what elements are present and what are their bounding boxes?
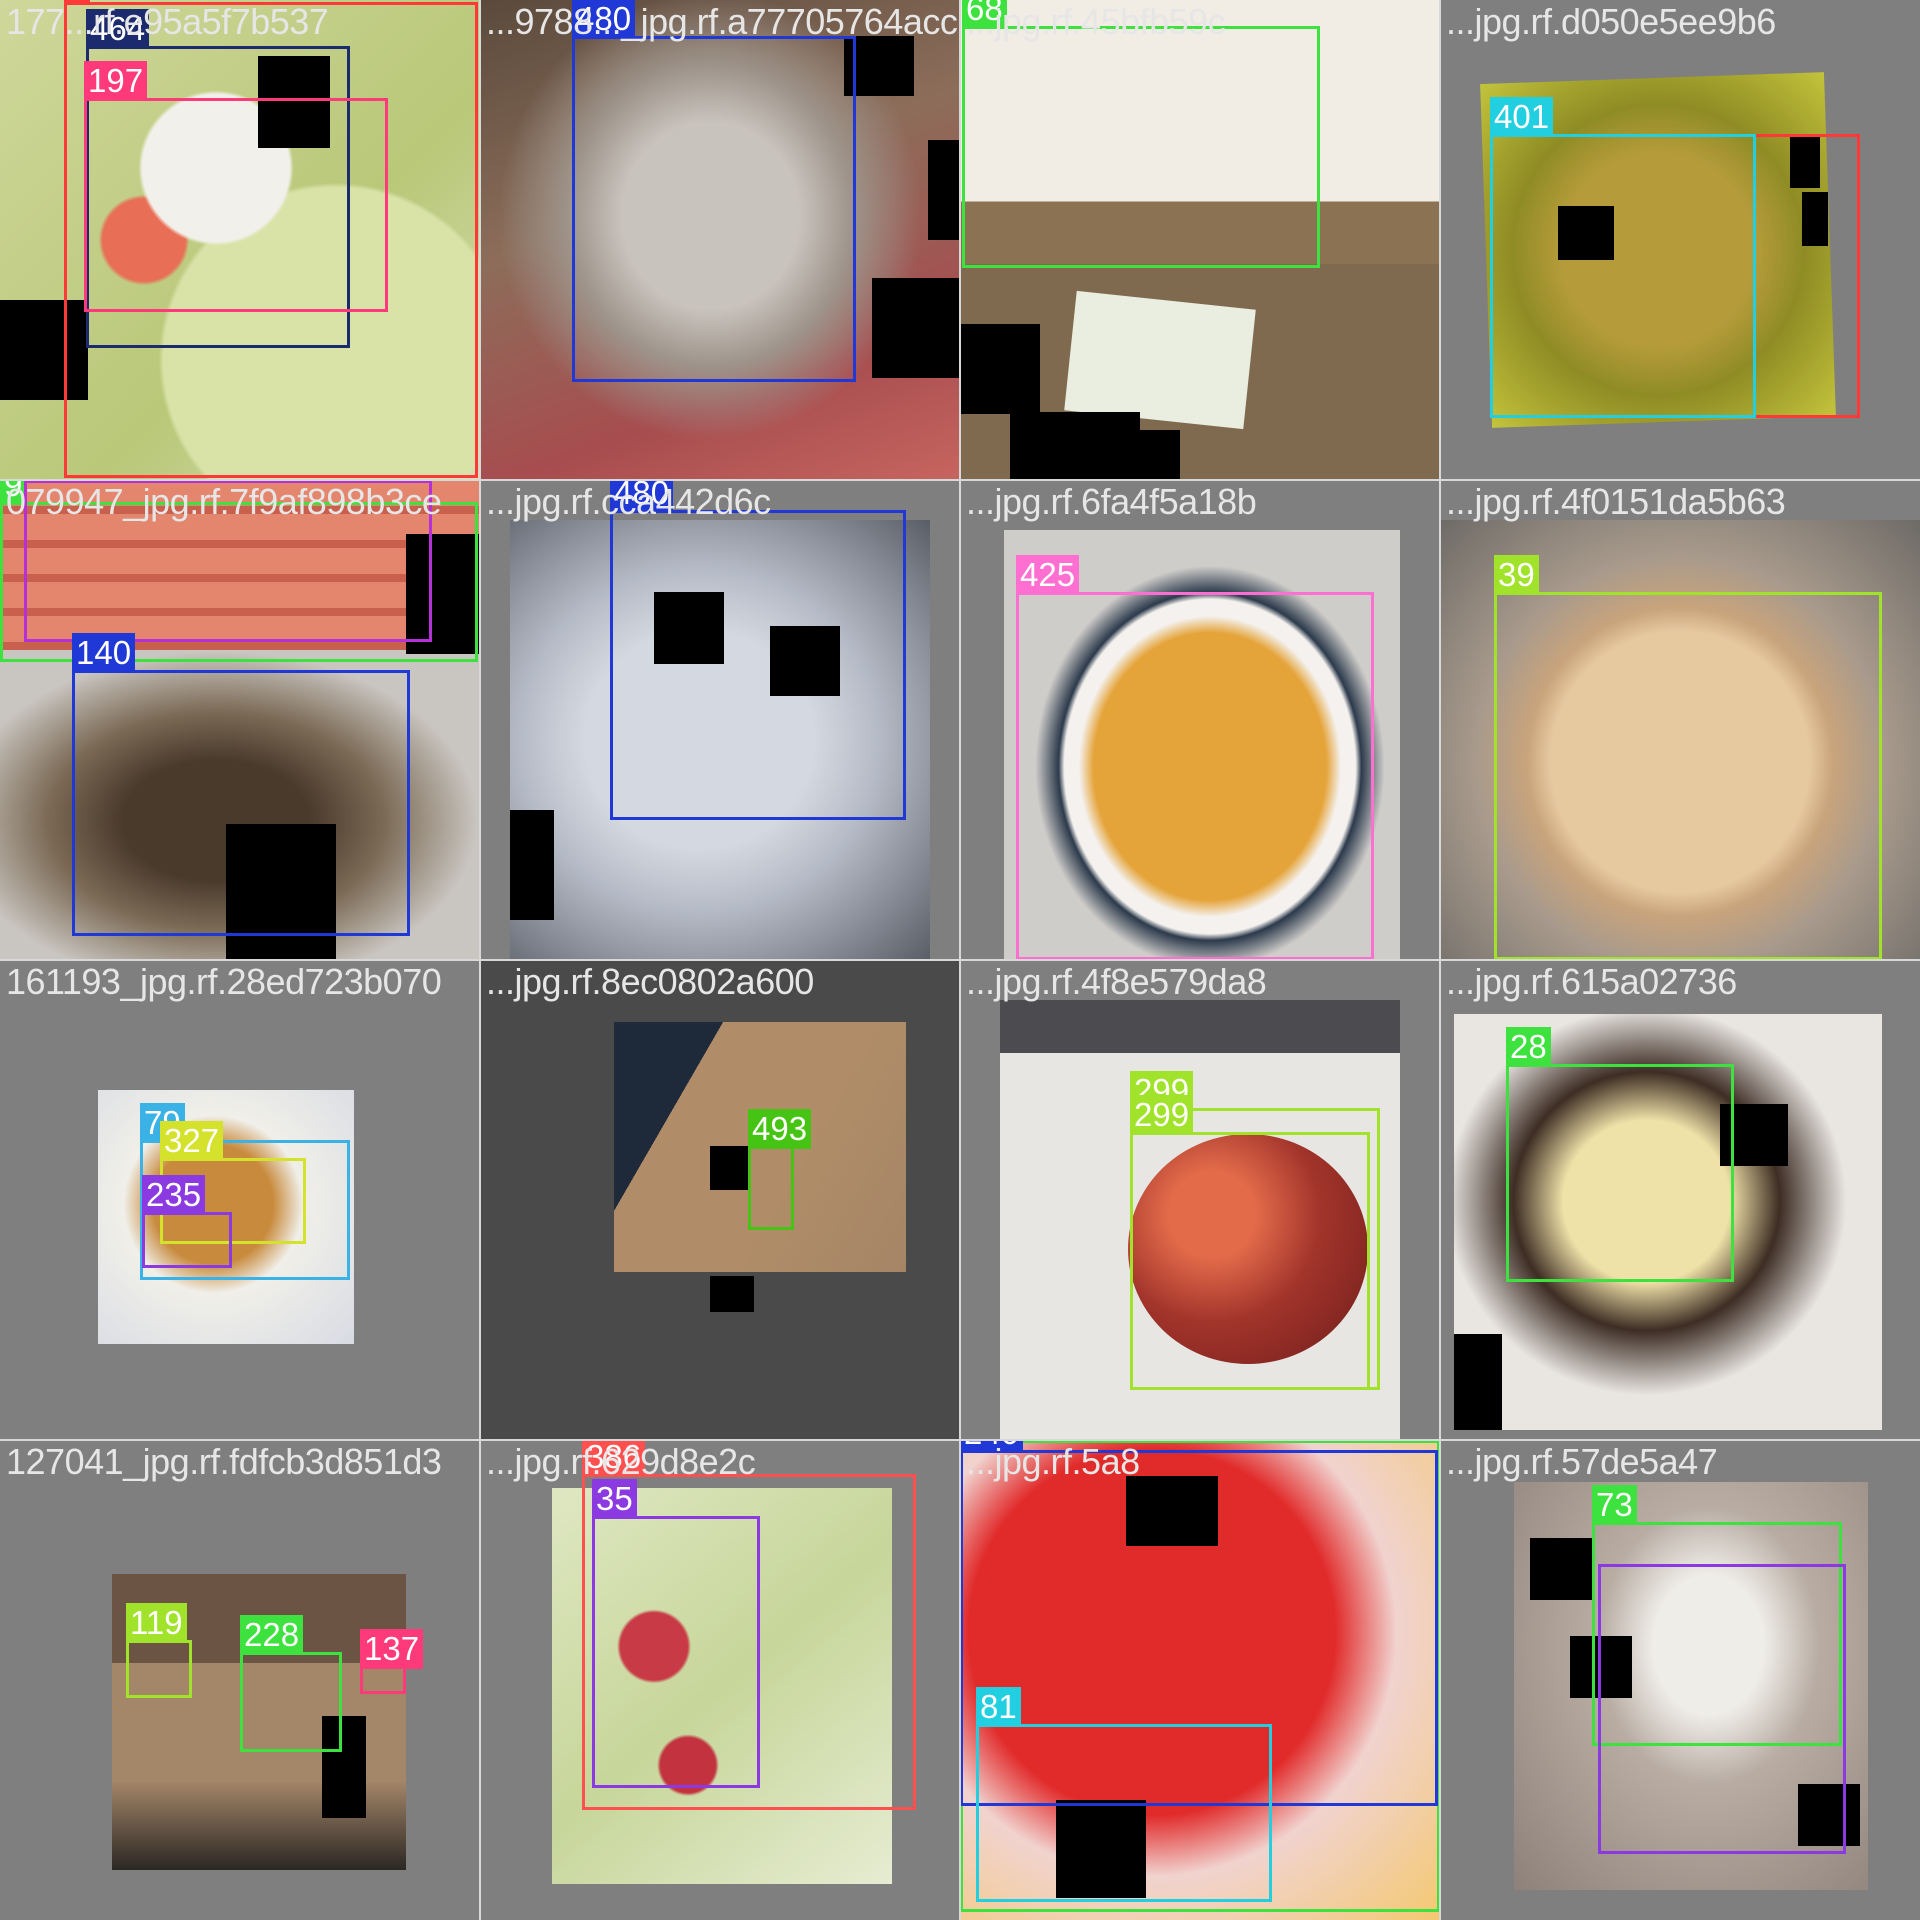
- mosaic-tile: 480 ...9788..._jpg.rf.a77705764acc: [480, 0, 960, 480]
- image-filename: 161193_jpg.rf.28ed723b070: [6, 961, 442, 1002]
- mosaic-tile: 425 ...jpg.rf.6fa4f5a18b: [960, 480, 1440, 960]
- class-label: 137: [360, 1629, 424, 1669]
- cutout-mask: [510, 810, 554, 920]
- bounding-box[interactable]: 480: [610, 480, 906, 820]
- class-label: 299: [1130, 1095, 1194, 1135]
- bounding-box[interactable]: 197: [84, 61, 388, 312]
- bounding-box[interactable]: 35: [592, 1479, 760, 1788]
- image-filename: ...jpg.rf.4f8e579da8: [966, 961, 1267, 1002]
- image-filename: ...jpg.rf.d050e5ee9b6: [1446, 1, 1776, 42]
- class-label: 35: [592, 1479, 637, 1519]
- image-filename: ...jpg.rf.cca442d6c: [486, 481, 771, 522]
- tile-divider: [0, 479, 1920, 481]
- cutout-mask: [1530, 1538, 1592, 1600]
- cutout-mask: [1100, 430, 1180, 480]
- bounding-box[interactable]: 68: [962, 0, 1320, 268]
- mosaic-tile: 493 ...jpg.rf.8ec0802a600: [480, 960, 960, 1440]
- bounding-box[interactable]: 28: [1506, 1027, 1734, 1282]
- bounding-box[interactable]: 228: [240, 1615, 342, 1752]
- mosaic-tile: 39 ...jpg.rf.4f0151da5b63: [1440, 480, 1920, 960]
- class-label: 140: [72, 633, 136, 673]
- bounding-box[interactable]: [1598, 1564, 1846, 1854]
- cutout-mask: [710, 1276, 754, 1312]
- mosaic-tile: 9 249 140 079947_jpg.rf.7f9af898b3ce: [0, 480, 480, 960]
- class-label: 235: [142, 1175, 206, 1215]
- image-filename: ...jpg.rf.57de5a47: [1446, 1441, 1718, 1482]
- bounding-box[interactable]: 140: [72, 633, 410, 936]
- bounding-box[interactable]: 480: [572, 0, 856, 382]
- mosaic-tile: 299 299 ...jpg.rf.4f8e579da8: [960, 960, 1440, 1440]
- tile-divider: [0, 1439, 1920, 1441]
- bounding-box[interactable]: 299: [1130, 1095, 1370, 1390]
- class-label: 119: [126, 1603, 187, 1643]
- class-label: 228: [240, 1615, 304, 1655]
- bounding-box[interactable]: 39: [1494, 555, 1882, 960]
- bounding-box[interactable]: 137: [360, 1629, 424, 1694]
- image-filename: 127041_jpg.rf.fdfcb3d851d3: [6, 1441, 442, 1482]
- bounding-box[interactable]: 119: [126, 1603, 192, 1698]
- bounding-box[interactable]: 493: [748, 1109, 812, 1230]
- class-label: 39: [1494, 555, 1539, 595]
- cheese-package: [1064, 290, 1256, 430]
- image-filename: ...jpg.rf.6fa4f5a18b: [966, 481, 1257, 522]
- image-filename: ...9788..._jpg.rf.a77705764acc: [486, 1, 958, 42]
- class-label: 425: [1016, 555, 1080, 595]
- image-filename: ...jpg.rf.45bfb59c: [966, 1, 1226, 42]
- class-label: 493: [748, 1109, 812, 1149]
- image-filename: ...jpg.rf.4f0151da5b63: [1446, 481, 1786, 522]
- mosaic-tile: 401 ...jpg.rf.d050e5ee9b6: [1440, 0, 1920, 480]
- augmented-image-mosaic: 3 464 197 177...rf.e95a5f7b537 480 ...97…: [0, 0, 1920, 1920]
- bounding-box[interactable]: 401: [1490, 97, 1756, 418]
- cutout-mask: [710, 1146, 750, 1190]
- mosaic-tile: 119 228 137 127041_jpg.rf.fdfcb3d851d3: [0, 1440, 480, 1920]
- class-label: 197: [84, 61, 148, 101]
- mosaic-tile: 386 35 ...jpg.rf.629d8e2c: [480, 1440, 960, 1920]
- cutout-mask: [872, 278, 960, 378]
- image-filename: ...jpg.rf.5a8: [966, 1441, 1140, 1482]
- mosaic-tile: 28 ...jpg.rf.615a02736: [1440, 960, 1920, 1440]
- class-label: 73: [1592, 1485, 1637, 1525]
- bounding-box[interactable]: 81: [976, 1687, 1272, 1902]
- mosaic-tile: 480 ...jpg.rf.cca442d6c: [480, 480, 960, 960]
- bounding-box[interactable]: 235: [142, 1175, 232, 1268]
- mosaic-tile: 73 ...jpg.rf.57de5a47: [1440, 1440, 1920, 1920]
- image-filename: ...jpg.rf.8ec0802a600: [486, 961, 814, 1002]
- cutout-mask: [960, 324, 1040, 414]
- image-filename: 177...rf.e95a5f7b537: [6, 1, 329, 42]
- cutout-mask: [1454, 1334, 1502, 1430]
- class-label: 81: [976, 1687, 1021, 1727]
- tile-divider: [0, 959, 1920, 961]
- class-label: 327: [160, 1121, 224, 1161]
- image-filename: 079947_jpg.rf.7f9af898b3ce: [6, 481, 442, 522]
- bounding-box[interactable]: 425: [1016, 555, 1374, 960]
- class-label: 28: [1506, 1027, 1551, 1067]
- mosaic-tile: 3 464 197 177...rf.e95a5f7b537: [0, 0, 480, 480]
- mosaic-tile: 79 327 235 161193_jpg.rf.28ed723b070: [0, 960, 480, 1440]
- mosaic-tile: 68 ...jpg.rf.45bfb59c: [960, 0, 1440, 480]
- image-filename: ...jpg.rf.629d8e2c: [486, 1441, 756, 1482]
- mosaic-tile: 240 81 ...jpg.rf.5a8: [960, 1440, 1440, 1920]
- cutout-mask: [928, 140, 960, 240]
- class-label: 401: [1490, 97, 1554, 137]
- image-filename: ...jpg.rf.615a02736: [1446, 961, 1737, 1002]
